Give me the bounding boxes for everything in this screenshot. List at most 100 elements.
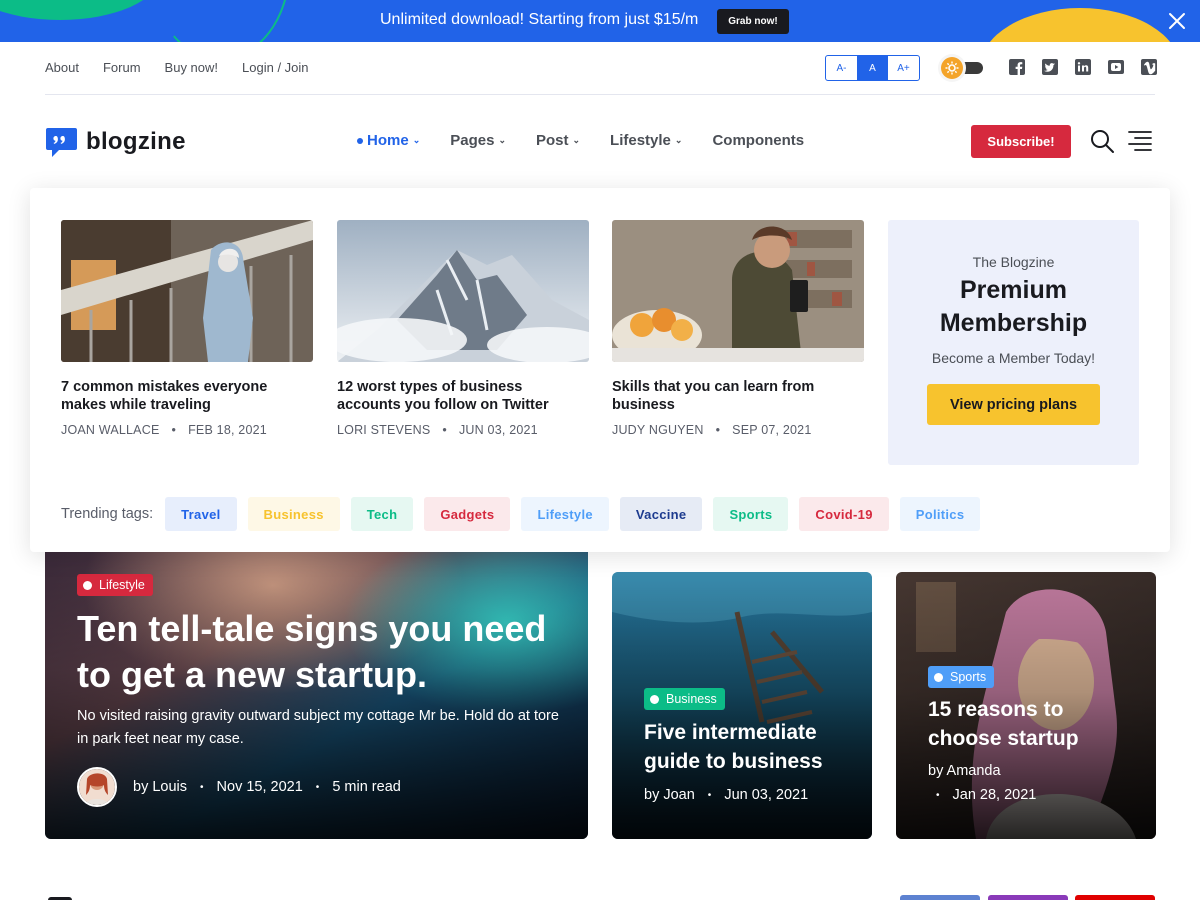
sun-icon <box>941 57 963 79</box>
featured-post-third[interactable]: Sports 15 reasons to choose startup by A… <box>896 572 1156 839</box>
post-thumbnail[interactable] <box>337 220 589 362</box>
mega-menu-post[interactable]: 12 worst types of business accounts you … <box>337 220 589 437</box>
post-thumbnail[interactable] <box>61 220 313 362</box>
post-meta: by Louis • Nov 15, 2021 • 5 min read <box>77 767 401 807</box>
post-meta: LORI STEVENS • JUN 03, 2021 <box>337 423 589 437</box>
font-size-switcher: A- A A+ <box>825 55 920 81</box>
tag-covid-19[interactable]: Covid-19 <box>799 497 889 531</box>
nav-item-pages[interactable]: Pages ⌄ <box>450 132 506 149</box>
post-title[interactable]: 15 reasons to choose startup <box>928 695 1118 753</box>
mega-menu-post[interactable]: Skills that you can learn from business … <box>612 220 864 437</box>
category-badge[interactable]: Sports <box>928 666 995 688</box>
post-author[interactable]: by Amanda <box>928 763 1001 779</box>
chevron-down-icon: ⌄ <box>498 135 506 145</box>
nav-item-label: Components <box>712 132 805 149</box>
post-title[interactable]: Five intermediate guide to business <box>644 718 844 776</box>
post-author[interactable]: LORI STEVENS <box>337 423 430 437</box>
trending-tags: Trending tags: Travel Business Tech Gadg… <box>61 497 991 531</box>
nav-item-post[interactable]: Post ⌄ <box>536 132 580 149</box>
post-author[interactable]: by Louis <box>133 779 187 795</box>
post-description: No visited raising gravity outward subje… <box>77 708 559 747</box>
hamburger-menu-icon[interactable] <box>1127 128 1153 152</box>
post-author[interactable]: by Joan <box>644 787 695 803</box>
post-date: SEP 07, 2021 <box>732 423 812 437</box>
promo-text: Unlimited download! Starting from just $… <box>380 11 699 28</box>
site-logo[interactable]: blogzine <box>45 126 186 158</box>
post-author[interactable]: JOAN WALLACE <box>61 423 160 437</box>
meta-separator: • <box>315 781 320 793</box>
twitter-icon[interactable] <box>1041 58 1059 76</box>
membership-card: The Blogzine Premium Membership Become a… <box>888 220 1139 465</box>
category-badge[interactable]: Business <box>644 688 725 710</box>
main-nav: Home ⌄ Pages ⌄ Post ⌄ Lifestyle ⌄ Compon… <box>357 132 834 149</box>
tag-travel[interactable]: Travel <box>165 497 237 531</box>
social-counter-youtube-partial[interactable] <box>1075 895 1155 900</box>
post-author[interactable]: JUDY NGUYEN <box>612 423 704 437</box>
top-link-login[interactable]: Login / Join <box>242 60 309 75</box>
nav-item-lifestyle[interactable]: Lifestyle ⌄ <box>610 132 682 149</box>
vimeo-icon[interactable] <box>1140 58 1158 76</box>
subscribe-button[interactable]: Subscribe! <box>971 125 1071 158</box>
tag-tech[interactable]: Tech <box>350 497 414 531</box>
tag-sports[interactable]: Sports <box>713 497 789 531</box>
font-decrease-button[interactable]: A- <box>826 56 857 80</box>
category-badge[interactable]: Lifestyle <box>77 574 153 596</box>
font-default-button[interactable]: A <box>857 56 888 80</box>
theme-toggle[interactable] <box>941 57 987 79</box>
logo-text: blogzine <box>86 128 186 155</box>
tag-politics[interactable]: Politics <box>899 497 981 531</box>
tag-gadgets[interactable]: Gadgets <box>424 497 511 531</box>
promo-decoration <box>0 0 160 20</box>
meta-separator: • <box>715 423 721 437</box>
mega-menu-dropdown: 7 common mistakes everyone makes while t… <box>30 188 1170 552</box>
chevron-down-icon: ⌄ <box>412 135 421 145</box>
top-link-forum[interactable]: Forum <box>103 60 141 75</box>
tag-vaccine[interactable]: Vaccine <box>619 497 703 531</box>
top-link-buy-now[interactable]: Buy now! <box>165 60 218 75</box>
featured-post-main[interactable]: Lifestyle Ten tell-tale signs you need t… <box>45 530 588 839</box>
close-icon[interactable] <box>1166 10 1188 32</box>
nav-item-home[interactable]: Home ⌄ <box>357 132 420 149</box>
social-counter-facebook-partial[interactable] <box>900 895 980 900</box>
font-increase-button[interactable]: A+ <box>888 56 919 80</box>
featured-post-second[interactable]: Business Five intermediate guide to busi… <box>612 572 872 839</box>
logo-icon <box>46 128 77 157</box>
post-meta: JOAN WALLACE • FEB 18, 2021 <box>61 423 313 437</box>
grab-now-button[interactable]: Grab now! <box>717 9 789 34</box>
search-icon[interactable] <box>1089 128 1115 154</box>
nav-item-components[interactable]: Components <box>712 132 804 149</box>
meta-separator: • <box>171 423 177 437</box>
post-title[interactable]: 7 common mistakes everyone makes while t… <box>61 378 313 414</box>
promo-decoration <box>150 0 290 42</box>
meta-separator: • <box>936 789 940 801</box>
facebook-icon[interactable] <box>1008 58 1026 76</box>
meta-separator: • <box>707 789 712 801</box>
post-date: Jan 28, 2021 <box>952 787 1037 803</box>
view-pricing-button[interactable]: View pricing plans <box>927 384 1100 425</box>
top-link-about[interactable]: About <box>45 60 79 75</box>
post-date: FEB 18, 2021 <box>188 423 267 437</box>
social-counter-instagram-partial[interactable] <box>988 895 1068 900</box>
post-thumbnail[interactable] <box>612 220 864 362</box>
top-bar: About Forum Buy now! Login / Join A- A A… <box>45 42 1158 95</box>
meta-separator: • <box>200 781 204 793</box>
post-meta: JUDY NGUYEN • SEP 07, 2021 <box>612 423 864 437</box>
chevron-down-icon: ⌄ <box>674 135 683 145</box>
nav-item-label: Post <box>535 132 569 149</box>
linkedin-icon[interactable] <box>1074 58 1092 76</box>
top-links: About Forum Buy now! Login / Join <box>45 60 309 75</box>
nav-item-label: Lifestyle <box>610 132 671 149</box>
badge-dot <box>650 694 659 704</box>
post-title[interactable]: 12 worst types of business accounts you … <box>337 378 589 414</box>
meta-separator: • <box>442 423 447 437</box>
post-meta: • Jan 28, 2021 <box>928 787 1036 803</box>
tag-lifestyle[interactable]: Lifestyle <box>521 497 609 531</box>
avatar[interactable] <box>77 767 117 807</box>
youtube-icon[interactable] <box>1107 58 1125 76</box>
badge-dot <box>934 672 943 682</box>
post-title[interactable]: Skills that you can learn from business <box>612 378 864 414</box>
mega-menu-post[interactable]: 7 common mistakes everyone makes while t… <box>61 220 313 437</box>
membership-title: Premium Membership <box>939 276 1088 337</box>
tag-business[interactable]: Business <box>247 497 340 531</box>
post-title[interactable]: Ten tell-tale signs you need to get a ne… <box>77 606 557 698</box>
